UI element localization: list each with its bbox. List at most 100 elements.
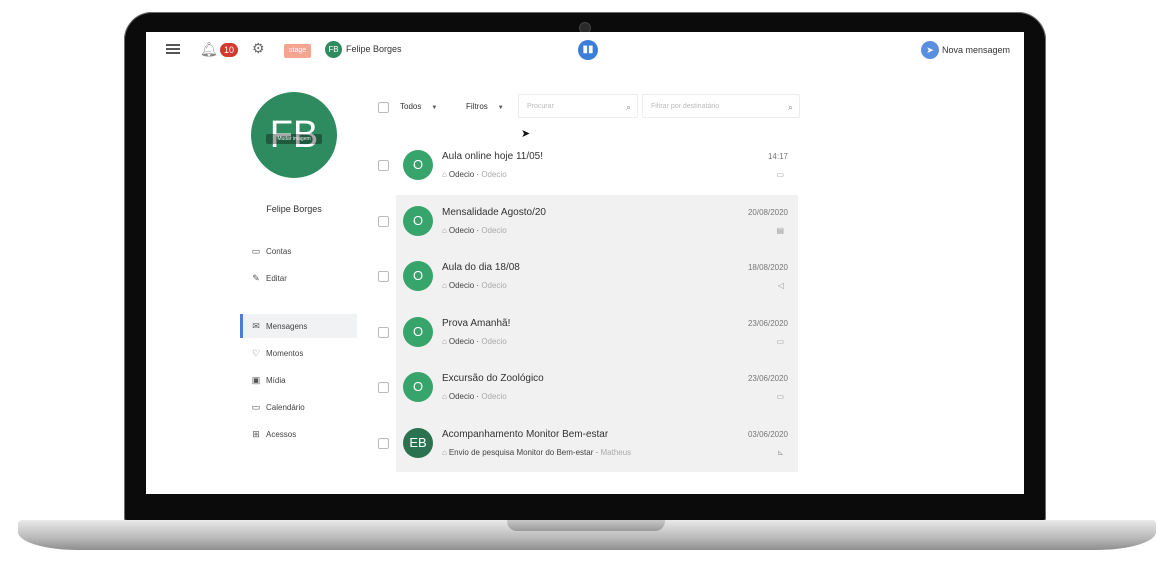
message-subject: Prova Amanhã! bbox=[442, 317, 511, 329]
top-bar: 🔔︎ 10 ⚙ stage FB Felipe Borges ▮▮ ➤ Nova… bbox=[146, 32, 1024, 70]
sender-sub: Odecio bbox=[481, 170, 507, 179]
school-icon: ⌂ bbox=[442, 447, 447, 457]
sender-avatar: O bbox=[403, 372, 433, 402]
image-icon: ▣ bbox=[251, 375, 261, 385]
school-icon: ⌂ bbox=[442, 281, 447, 290]
row-checkbox[interactable] bbox=[378, 382, 389, 393]
row-checkbox[interactable] bbox=[378, 160, 389, 171]
chevron-down-icon: ▼ bbox=[497, 105, 504, 111]
message-sender: ⌂ Odecio · Odecio bbox=[442, 225, 507, 235]
school-icon: ⌂ bbox=[442, 336, 447, 346]
sidebar-item-midia[interactable]: ▣ Mídia bbox=[240, 368, 354, 392]
mouse-cursor-icon: ➤ bbox=[521, 128, 531, 140]
row-checkbox[interactable] bbox=[378, 437, 389, 449]
sidebar-item-mensagens[interactable]: ✉ Mensagens bbox=[240, 314, 357, 338]
chevron-down-icon: ▼ bbox=[431, 105, 438, 111]
calendar-icon: ▭ bbox=[776, 392, 784, 401]
calendar-icon: ▭ bbox=[776, 170, 784, 179]
sidebar-item-label: Editar bbox=[266, 274, 287, 283]
new-message-button[interactable]: Nova mensagem bbox=[942, 45, 1010, 55]
sidebar-item-label: Calendário bbox=[266, 403, 305, 412]
message-subject: Excursão do Zoológico bbox=[442, 373, 544, 384]
notifications-icon[interactable]: 🔔︎ bbox=[200, 41, 218, 58]
user-name[interactable]: Felipe Borges bbox=[346, 44, 402, 54]
school-icon: ⌂ bbox=[442, 392, 447, 401]
message-subject: Aula do dia 18/08 bbox=[442, 262, 520, 273]
gift-icon: ⊞ bbox=[252, 429, 260, 439]
search-icon: ⌕ bbox=[787, 102, 793, 112]
send-icon[interactable]: ➤ bbox=[921, 41, 939, 59]
sender-sub: Odecio bbox=[481, 225, 507, 235]
pencil-icon: ✎ bbox=[252, 273, 260, 283]
sidebar-item-calendario[interactable]: ▭ Calendário bbox=[240, 395, 354, 419]
calendar-icon: ▭ bbox=[776, 336, 784, 346]
profile-name: Felipe Borges bbox=[266, 204, 322, 214]
message-sender: ⌂ Odecio · Odecio bbox=[442, 281, 507, 290]
sender-name: Envio de pesquisa Monitor do Bem-estar bbox=[448, 447, 594, 457]
message-subject: Aula online hoje 11/05! bbox=[442, 151, 544, 162]
select-all-checkbox[interactable] bbox=[378, 102, 389, 113]
sender-avatar: EB bbox=[403, 427, 433, 458]
message-date: 23/06/2020 bbox=[747, 318, 788, 328]
todos-label: Todos bbox=[400, 102, 422, 111]
sidebar-item-contas[interactable]: ▭ Contas bbox=[240, 239, 354, 263]
message-date: 14:17 bbox=[767, 152, 788, 161]
sidebar-item-label: Mensagens bbox=[266, 322, 308, 331]
row-checkbox[interactable] bbox=[378, 326, 389, 338]
sender-avatar: O bbox=[403, 261, 433, 291]
sender-sub: Odecio bbox=[481, 392, 507, 401]
sender-avatar: O bbox=[403, 205, 433, 236]
sidebar-item-label: Momentos bbox=[266, 349, 304, 358]
filtros-label: Filtros bbox=[466, 102, 488, 111]
filtros-dropdown[interactable]: Filtros ▼ bbox=[466, 96, 526, 118]
receipt-icon: ▤ bbox=[776, 225, 784, 235]
message-sender: ⌂ Odecio · Odecio bbox=[442, 170, 507, 179]
sender-sub: Matheus bbox=[600, 447, 632, 457]
settings-gear-icon[interactable]: ⚙ bbox=[252, 40, 265, 57]
sidebar-item-label: Contas bbox=[266, 247, 292, 256]
message-sender: ⌂ Odecio · Odecio bbox=[442, 336, 507, 346]
message-list: O Aula online hoje 11/05! ⌂ Odecio · Odec… bbox=[378, 139, 798, 472]
app-logo-icon: ▮▮ bbox=[578, 40, 598, 60]
heart-icon: ♡ bbox=[251, 348, 261, 358]
list-item[interactable]: O Aula do dia 18/08 ⌂ Odecio · Odecio 18/… bbox=[378, 250, 798, 306]
sender-avatar: O bbox=[403, 316, 433, 347]
laptop-notch bbox=[507, 520, 665, 531]
sidebar-item-label: Acessos bbox=[266, 430, 297, 439]
search-input[interactable]: Procurar ⌕ bbox=[518, 94, 638, 118]
search-placeholder: Procurar bbox=[527, 103, 554, 110]
stage-tag: stage bbox=[284, 44, 312, 58]
list-item[interactable]: O Excursão do Zoológico ⌂ Odecio · Odecio… bbox=[378, 361, 798, 417]
list-item[interactable]: O Mensalidade Agosto/20 ⌂ Odecio · Odecio… bbox=[378, 194, 798, 250]
megaphone-icon: ◁ bbox=[777, 281, 784, 290]
list-item[interactable]: O Aula online hoje 11/05! ⌂ Odecio · Odec… bbox=[378, 139, 798, 195]
sidebar-item-label: Mídia bbox=[266, 376, 286, 385]
sender-name: Odecio bbox=[448, 225, 475, 235]
hamburger-menu-icon[interactable] bbox=[166, 42, 180, 56]
message-date: 23/06/2020 bbox=[747, 374, 788, 383]
sidebar-item-editar[interactable]: ✎ Editar bbox=[240, 266, 354, 290]
calendar-icon: ▭ bbox=[251, 402, 261, 412]
user-avatar[interactable]: FB bbox=[325, 41, 342, 58]
sender-sub: Odecio bbox=[481, 281, 507, 290]
change-image-button[interactable]: Mudar imagem bbox=[266, 134, 322, 144]
chart-icon: ⊾ bbox=[777, 447, 784, 457]
todos-dropdown[interactable]: Todos ▼ bbox=[400, 96, 460, 118]
message-subject: Acompanhamento Monitor Bem-estar bbox=[442, 428, 609, 440]
school-icon: ⌂ bbox=[442, 170, 447, 179]
sender-name: Odecio bbox=[448, 336, 475, 346]
message-sender: ⌂ Envio de pesquisa Monitor do Bem-estar … bbox=[442, 447, 632, 457]
row-checkbox[interactable] bbox=[378, 215, 389, 227]
school-icon: ⌂ bbox=[442, 225, 447, 235]
sidebar-item-acessos[interactable]: ⊞ Acessos bbox=[240, 422, 354, 446]
list-item[interactable]: O Prova Amanhã! ⌂ Odecio · Odecio 23/06/2… bbox=[378, 305, 798, 361]
sender-sub: Odecio bbox=[481, 336, 507, 346]
app-screen: 🔔︎ 10 ⚙ stage FB Felipe Borges ▮▮ ➤ Nova… bbox=[146, 32, 1024, 494]
sidebar-item-momentos[interactable]: ♡ Momentos bbox=[240, 341, 354, 365]
sender-name: Odecio bbox=[448, 170, 475, 179]
message-date: 20/08/2020 bbox=[747, 207, 788, 217]
notification-count-badge: 10 bbox=[220, 43, 238, 57]
recipient-filter-input[interactable]: Filtrar por destinatário ⌕ bbox=[642, 94, 800, 118]
row-checkbox[interactable] bbox=[378, 271, 389, 282]
list-item[interactable]: EB Acompanhamento Monitor Bem-estar ⌂ Env… bbox=[378, 416, 798, 472]
